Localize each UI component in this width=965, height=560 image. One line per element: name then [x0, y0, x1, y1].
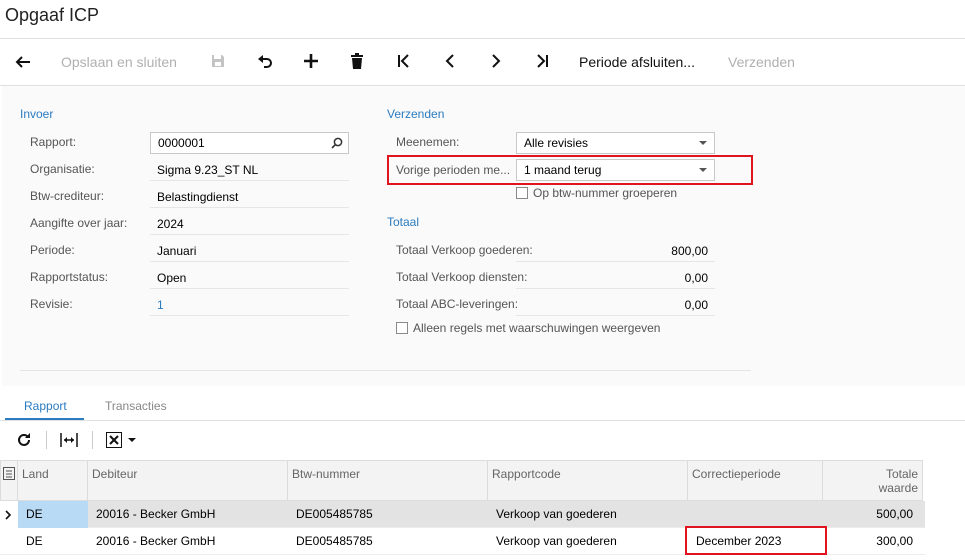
- next-record-button[interactable]: [488, 39, 508, 85]
- chevron-right-icon: [492, 54, 501, 68]
- last-icon: [537, 54, 548, 68]
- highlight-box-vorige-perioden: [387, 155, 753, 185]
- search-icon[interactable]: [331, 137, 343, 149]
- totaal-verkoop-goederen-label: Totaal Verkoop goederen:: [396, 243, 533, 257]
- refresh-icon[interactable]: [16, 432, 32, 448]
- excel-icon: [106, 432, 122, 448]
- totaal-verkoop-diensten-value: 0,00: [516, 267, 715, 289]
- form-area: [2, 86, 965, 386]
- tab-rapport[interactable]: Rapport: [24, 399, 67, 413]
- group-checkbox-label: Op btw-nummer groeperen: [533, 186, 678, 200]
- column-header-totale-waarde-label: Totale waarde: [878, 467, 918, 495]
- verzenden-section-title: Verzenden: [387, 107, 445, 121]
- meenemen-selected: Alle revisies: [524, 136, 589, 150]
- invoer-section-title: Invoer: [20, 107, 54, 121]
- divider: [20, 370, 751, 371]
- cell-rapportcode[interactable]: Verkoop van goederen: [488, 501, 688, 528]
- warnings-checkbox-label: Alleen regels met waarschuwingen weergev…: [413, 321, 661, 335]
- delete-button[interactable]: [349, 39, 369, 85]
- totaal-abc-leveringen-value: 0,00: [516, 294, 715, 316]
- aangifte-jaar-value: 2024: [150, 213, 349, 235]
- column-header-land[interactable]: Land: [18, 460, 88, 501]
- toolbar-separator: [92, 431, 93, 449]
- periode-value: Januari: [150, 240, 349, 262]
- totaal-verkoop-goederen-value: 800,00: [516, 240, 715, 262]
- back-button[interactable]: [14, 39, 36, 85]
- column-header-debiteur[interactable]: Debiteur: [88, 460, 288, 501]
- rapportstatus-value: Open: [150, 267, 349, 289]
- periode-label: Periode:: [30, 243, 75, 257]
- save-close-button[interactable]: Opslaan en sluiten: [61, 39, 177, 85]
- totaal-verkoop-diensten-label: Totaal Verkoop diensten:: [396, 270, 528, 284]
- meenemen-label: Meenemen:: [396, 135, 460, 149]
- cell-totale-waarde[interactable]: 500,00: [823, 501, 923, 528]
- trash-icon: [351, 53, 363, 69]
- totaal-section-title: Totaal: [387, 215, 420, 229]
- close-period-button[interactable]: Periode afsluiten...: [579, 39, 695, 85]
- fit-columns-icon[interactable]: [60, 433, 78, 447]
- revisie-label: Revisie:: [30, 297, 73, 311]
- aangifte-jaar-label: Aangifte over jaar:: [30, 216, 128, 230]
- undo-icon: [258, 55, 272, 68]
- totaal-abc-leveringen-label: Totaal ABC-leveringen:: [396, 297, 519, 311]
- toolbar-separator: [46, 431, 47, 449]
- cell-totale-waarde[interactable]: 300,00: [823, 528, 923, 555]
- tab-transacties[interactable]: Transacties: [105, 399, 167, 413]
- cell-land[interactable]: DE: [18, 528, 88, 555]
- column-header-btw-nummer[interactable]: Btw-nummer: [288, 460, 488, 501]
- save-button[interactable]: [210, 39, 230, 85]
- save-icon: [212, 55, 224, 67]
- cell-land[interactable]: DE: [18, 501, 88, 528]
- grid-toolbar: [0, 421, 965, 459]
- plus-icon: [304, 54, 318, 68]
- rapport-label: Rapport:: [30, 135, 77, 149]
- organisatie-value: Sigma 9.23_ST NL: [150, 159, 349, 181]
- column-header-totale-waarde[interactable]: Totale waarde: [823, 460, 923, 501]
- checkbox-box: [396, 322, 408, 334]
- page-title: Opgaaf ICP: [5, 5, 100, 25]
- meenemen-select[interactable]: Alle revisies: [516, 132, 715, 154]
- row-indicator-icon: [0, 501, 18, 528]
- checkbox-box: [516, 187, 528, 199]
- undo-button[interactable]: [256, 39, 276, 85]
- chevron-down-icon: [699, 141, 707, 145]
- cell-debiteur[interactable]: 20016 - Becker GmbH: [88, 501, 288, 528]
- first-record-button[interactable]: [396, 39, 416, 85]
- row-selector-header: [0, 460, 18, 501]
- rapport-input[interactable]: 0000001: [150, 132, 349, 154]
- cell-btw-nummer[interactable]: DE005485785: [288, 528, 488, 555]
- cell-btw-nummer[interactable]: DE005485785: [288, 501, 488, 528]
- chevron-left-icon: [445, 54, 454, 68]
- cell-correctieperiode[interactable]: [688, 501, 823, 528]
- revisie-value[interactable]: 1: [150, 294, 349, 316]
- column-header-rapportcode[interactable]: Rapportcode: [488, 460, 688, 501]
- send-button[interactable]: Verzenden: [728, 39, 795, 85]
- toolbar: Opslaan en sluiten Periode afsluiten... …: [0, 38, 965, 86]
- column-header-correctieperiode[interactable]: Correctieperiode: [688, 460, 823, 501]
- rapport-value: 0000001: [158, 136, 205, 150]
- arrow-left-icon: [15, 56, 30, 68]
- btw-crediteur-value: Belastingdienst: [150, 186, 349, 208]
- file-list-icon: [3, 467, 15, 480]
- first-icon: [398, 54, 409, 68]
- previous-record-button[interactable]: [442, 39, 462, 85]
- cell-rapportcode[interactable]: Verkoop van goederen: [488, 528, 688, 555]
- add-button[interactable]: [303, 39, 323, 85]
- cell-debiteur[interactable]: 20016 - Becker GmbH: [88, 528, 288, 555]
- last-record-button[interactable]: [534, 39, 554, 85]
- export-excel-button[interactable]: [106, 432, 136, 448]
- highlight-box-correctieperiode: [685, 526, 827, 555]
- table-row[interactable]: DE 20016 - Becker GmbH DE005485785 Verko…: [0, 501, 925, 528]
- chevron-down-icon: [128, 438, 136, 442]
- btw-crediteur-label: Btw-crediteur:: [30, 189, 105, 203]
- rapportstatus-label: Rapportstatus:: [30, 270, 109, 284]
- organisatie-label: Organisatie:: [30, 162, 95, 176]
